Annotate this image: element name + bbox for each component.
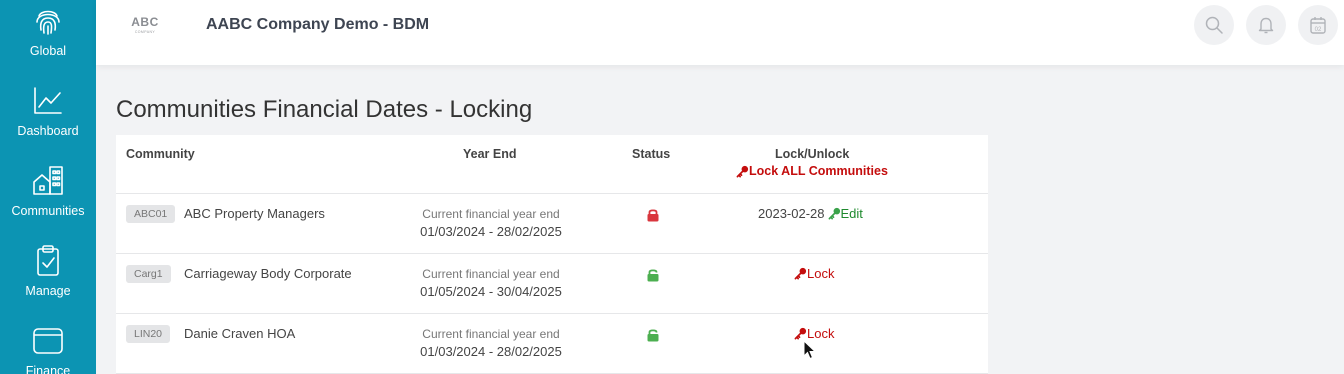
padlock-unlocked-icon <box>647 269 659 282</box>
community-name: ABC Property Managers <box>184 206 325 221</box>
community-code-badge: ABC01 <box>126 205 176 223</box>
lock-all-label: Lock ALL Communities <box>749 164 888 178</box>
column-header-year-end: Year End <box>463 147 517 161</box>
top-bar: ABC COMPANY AABC Company Demo - BDM 02 <box>96 0 1344 65</box>
locked-date: 2023-02-28 <box>758 206 825 221</box>
calendar-button[interactable]: 02 <box>1298 5 1338 45</box>
key-icon <box>794 267 807 280</box>
fingerprint-icon <box>36 10 60 35</box>
year-end-caption: Current financial year end <box>422 207 560 221</box>
sidebar-item-label: Global <box>29 44 67 58</box>
sidebar-item-label: Dashboard <box>17 124 79 138</box>
wallet-icon <box>33 328 63 354</box>
company-logo[interactable]: ABC COMPANY <box>128 15 162 34</box>
sidebar-item-manage[interactable]: Manage <box>0 244 96 298</box>
community-name: Carriageway Body Corporate <box>184 266 352 281</box>
lock-label: Lock <box>807 266 835 281</box>
calendar-day: 02 <box>1315 27 1322 33</box>
communities-table: Community Year End Status Lock/Unlock Lo… <box>116 135 988 374</box>
sidebar-item-label: Manage <box>25 284 71 298</box>
table-row: Carg1 Carriageway Body Corporate Current… <box>116 254 988 314</box>
key-icon <box>736 165 749 177</box>
calendar-icon: 02 <box>1310 17 1326 34</box>
community-code-badge: Carg1 <box>126 265 171 283</box>
table-row: LIN20 Danie Craven HOA Current financial… <box>116 314 988 374</box>
lock-unlock-cell: 2023-02-28 Edit <box>758 206 863 221</box>
lock-all-communities-link[interactable]: Lock ALL Communities <box>736 164 888 178</box>
padlock-unlocked-icon <box>647 329 659 342</box>
year-end-caption: Current financial year end <box>422 267 560 281</box>
year-end-range: 01/03/2024 - 28/02/2025 <box>420 344 562 359</box>
edit-lock-link[interactable]: Edit <box>828 206 863 221</box>
community-name: Danie Craven HOA <box>184 326 296 341</box>
logo-text: ABC <box>131 15 159 29</box>
bell-icon <box>1258 17 1274 34</box>
sidebar-item-communities[interactable]: Communities <box>0 164 96 218</box>
search-button[interactable] <box>1194 5 1234 45</box>
year-end-caption: Current financial year end <box>422 327 560 341</box>
key-icon <box>794 327 807 340</box>
app-title: AABC Company Demo - BDM <box>206 16 430 33</box>
community-code-badge: LIN20 <box>126 325 171 343</box>
lock-label: Lock <box>807 326 835 341</box>
sidebar-item-dashboard[interactable]: Dashboard <box>0 84 96 138</box>
year-end-range: 01/03/2024 - 28/02/2025 <box>420 224 562 239</box>
sidebar-item-global[interactable]: Global <box>0 4 96 58</box>
page-title: Communities Financial Dates - Locking <box>116 96 533 123</box>
column-header-community: Community <box>126 147 195 161</box>
clipboard-check-icon <box>37 245 59 276</box>
lock-link[interactable]: Lock <box>794 266 834 281</box>
logo-subtext: COMPANY <box>134 30 156 34</box>
sidebar-item-finance[interactable]: Finance <box>0 324 96 374</box>
year-end-range: 01/05/2024 - 30/04/2025 <box>420 284 562 299</box>
line-chart-icon <box>34 87 62 114</box>
sidebar-item-label: Finance <box>25 364 71 374</box>
edit-label: Edit <box>840 206 863 221</box>
lock-link[interactable]: Lock <box>794 326 834 341</box>
column-header-lock-unlock: Lock/Unlock <box>775 147 850 161</box>
column-header-status: Status <box>632 147 671 161</box>
table-row: ABC01 ABC Property Managers Current fina… <box>116 194 988 254</box>
padlock-locked-icon <box>647 209 659 222</box>
sidebar: Global Dashboard Communities Manage Fina… <box>0 0 96 374</box>
search-icon <box>1205 16 1223 34</box>
sidebar-item-label: Communities <box>11 204 85 218</box>
mouse-cursor-icon <box>803 340 817 360</box>
notifications-button[interactable] <box>1246 5 1286 45</box>
buildings-icon <box>33 166 63 195</box>
key-icon <box>828 207 840 220</box>
